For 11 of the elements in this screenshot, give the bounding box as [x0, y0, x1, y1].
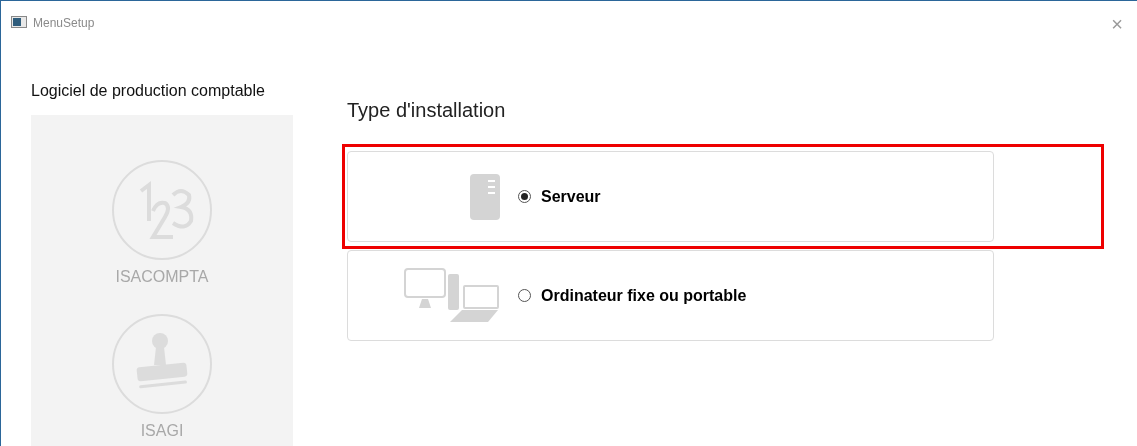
computers-icon — [404, 267, 500, 324]
close-button[interactable]: × — [1111, 14, 1123, 34]
section-heading: Type d'installation — [347, 98, 507, 123]
window-icon — [11, 16, 27, 28]
radio-button[interactable] — [518, 190, 531, 203]
server-icon — [470, 173, 500, 220]
install-option[interactable]: Serveur — [347, 151, 994, 242]
window-title: MenuSetup — [33, 15, 95, 32]
sidebar-title: Logiciel de production comptable — [31, 81, 266, 101]
radio-button[interactable] — [518, 289, 531, 302]
install-option[interactable]: Ordinateur fixe ou portable — [347, 250, 994, 341]
